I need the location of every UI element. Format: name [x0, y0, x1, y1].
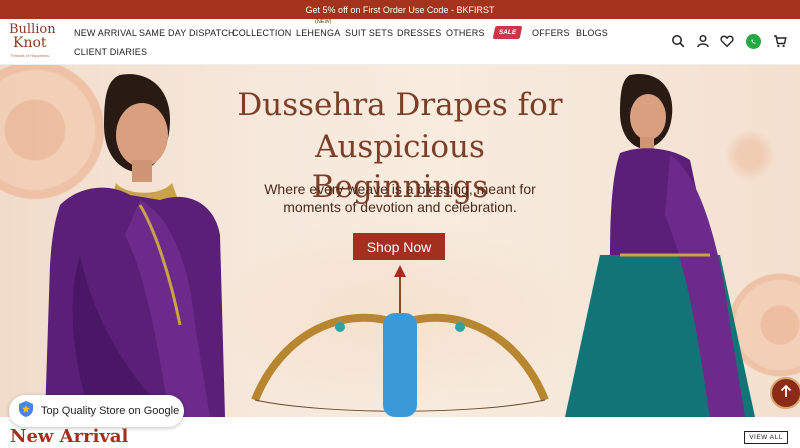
hero-subtitle-line1: Where every weave is a blessing, meant f…	[264, 181, 536, 197]
nav-lehenga-new-badge: (NEW)	[315, 19, 332, 25]
nav-dresses[interactable]: DRESSES	[397, 28, 441, 38]
google-badge-text: Top Quality Store on Google	[41, 405, 180, 417]
brand-logo[interactable]: Bullion Knot Threads of Happiness	[9, 23, 67, 61]
logo-line2: Knot	[13, 35, 47, 51]
nav-same-day-dispatch[interactable]: SAME DAY DISPATCH	[139, 28, 235, 38]
nav-blogs[interactable]: BLOGS	[576, 28, 608, 38]
shop-now-button[interactable]: Shop Now	[353, 233, 445, 260]
nav-suit-sets[interactable]: SUIT SETS	[345, 28, 393, 38]
heart-icon[interactable]	[720, 34, 734, 48]
cart-icon[interactable]	[773, 34, 787, 48]
view-all-button[interactable]: VIEW ALL	[744, 431, 788, 444]
search-icon[interactable]	[671, 34, 685, 48]
sale-label: SALE	[498, 29, 517, 36]
model-image-right	[565, 74, 755, 417]
new-arrival-heading: New Arrival	[10, 426, 129, 447]
nav-others[interactable]: OTHERS	[446, 28, 485, 38]
nav-offers[interactable]: OFFERS	[532, 28, 570, 38]
arrow-up-icon	[779, 384, 793, 403]
user-icon[interactable]	[696, 34, 710, 48]
site-header: Bullion Knot Threads of Happiness NEW AR…	[0, 19, 800, 65]
promo-bar: Get 5% off on First Order Use Code - BKF…	[0, 0, 800, 19]
nav-new-arrival[interactable]: NEW ARRIVAL	[74, 28, 137, 38]
hero-banner[interactable]: Dussehra Drapes for Auspicious Beginning…	[0, 65, 800, 417]
nav-sale[interactable]: SALE	[492, 26, 523, 39]
whatsapp-icon[interactable]	[746, 34, 761, 49]
hero-subtitle-line2: moments of devotion and celebration.	[283, 199, 517, 215]
logo-tagline: Threads of Happiness	[10, 53, 50, 58]
nav-client-diaries[interactable]: CLIENT DIARIES	[74, 47, 147, 57]
google-rating-badge[interactable]: Top Quality Store on Google	[9, 395, 184, 427]
hero-title-line1: Dussehra Drapes for	[237, 87, 563, 123]
bow-arrow-illustration	[251, 265, 549, 417]
scroll-to-top-button[interactable]	[770, 377, 800, 409]
promo-text: Get 5% off on First Order Use Code - BKF…	[305, 4, 495, 15]
nav-collection[interactable]: COLLECTION	[232, 28, 292, 38]
google-shield-icon	[17, 400, 35, 423]
nav-lehenga[interactable]: LEHENGA	[296, 28, 340, 38]
model-image-left	[45, 74, 225, 417]
